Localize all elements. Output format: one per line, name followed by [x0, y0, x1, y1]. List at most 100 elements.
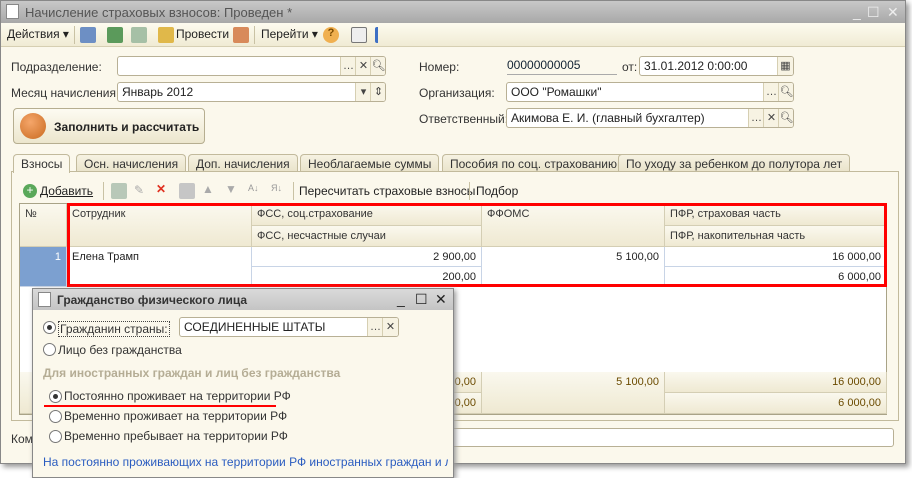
permanent-label[interactable]: Постоянно проживает на территории РФ	[64, 389, 291, 403]
sort-desc-icon[interactable]: Я↓	[271, 183, 282, 193]
separator	[254, 26, 255, 44]
refresh-icon[interactable]	[107, 27, 123, 43]
total-pfr-funded: 6 000,00	[665, 393, 887, 414]
clear-icon[interactable]: ✕	[382, 318, 398, 336]
select-button[interactable]: Подбор	[476, 184, 518, 198]
select-button[interactable]: …	[340, 57, 356, 75]
total-pfr-insurance: 16 000,00	[665, 372, 887, 393]
unpost-icon[interactable]	[233, 27, 249, 43]
number-field[interactable]: 00000000005	[507, 58, 617, 75]
settings-list-icon[interactable]	[375, 27, 391, 43]
close-button[interactable]: ✕	[887, 4, 899, 21]
copy-icon[interactable]	[131, 27, 147, 43]
minimize-button[interactable]: _	[853, 4, 861, 20]
tab-benefits[interactable]: Пособия по соц. страхованию	[442, 154, 625, 172]
fill-button-label: Заполнить и рассчитать	[54, 120, 200, 134]
clear-icon[interactable]: ✕	[763, 109, 779, 127]
tab-nontaxable[interactable]: Необлагаемые суммы	[300, 154, 440, 172]
month-field[interactable]: Январь 2012 ▾ ⇕	[117, 82, 386, 102]
org-field[interactable]: ООО "Ромашки" … 🔍︎	[506, 82, 794, 102]
minimize-button[interactable]: _	[397, 291, 405, 307]
spin-icon[interactable]: ⇕	[370, 83, 385, 101]
stateless-radio[interactable]	[43, 343, 56, 356]
tab-extra-accruals[interactable]: Доп. начисления	[188, 154, 298, 172]
move-down-icon[interactable]: ▼	[225, 182, 237, 196]
fill-person-icon	[20, 113, 46, 139]
end-edit-icon[interactable]	[179, 183, 195, 199]
search-icon[interactable]: 🔍︎	[370, 57, 385, 75]
structure-icon[interactable]	[351, 27, 367, 43]
search-icon[interactable]: 🔍︎	[778, 109, 793, 127]
tab-contributions[interactable]: Взносы	[13, 154, 71, 173]
resp-label: Ответственный:	[419, 112, 509, 126]
country-field[interactable]: СОЕДИНЕННЫЕ ШТАТЫ … ✕	[179, 317, 399, 337]
row-num[interactable]: 1	[20, 247, 67, 287]
highlight-underline	[44, 405, 276, 407]
temp-stay-label[interactable]: Временно пребывает на территории РФ	[64, 429, 288, 443]
maximize-button[interactable]: ☐	[415, 291, 428, 308]
post-button[interactable]: Провести	[176, 27, 229, 41]
separator	[74, 26, 75, 44]
select-button[interactable]: …	[763, 83, 779, 101]
add-icon: +	[23, 184, 37, 198]
citizen-radio[interactable]	[43, 321, 56, 334]
select-button[interactable]: …	[748, 109, 764, 127]
dialog-title-bar: Гражданство физического лица _ ☐ ✕	[33, 289, 453, 310]
search-icon[interactable]: 🔍︎	[778, 83, 793, 101]
add-button[interactable]: Добавить	[40, 184, 93, 198]
group-label: Для иностранных граждан и лиц без гражда…	[43, 366, 341, 380]
month-value: Январь 2012	[122, 85, 194, 99]
temp-stay-radio[interactable]	[49, 430, 62, 443]
separator	[469, 182, 470, 200]
clear-icon[interactable]: ✕	[355, 57, 371, 75]
dropdown-icon[interactable]: ▾	[355, 83, 371, 101]
temp-resident-radio[interactable]	[49, 410, 62, 423]
resp-value: Акимова Е. И. (главный бухгалтер)	[511, 111, 705, 125]
toolbar: Действия ▾ Провести Перейти ▾ ?	[1, 23, 905, 47]
actions-menu[interactable]: Действия ▾	[7, 27, 69, 41]
tab-childcare[interactable]: По уходу за ребенком до полутора лет	[618, 154, 851, 172]
citizen-label[interactable]: Гражданин страны:	[58, 321, 170, 337]
stateless-label[interactable]: Лицо без гражданства	[58, 343, 182, 357]
resp-field[interactable]: Акимова Е. И. (главный бухгалтер) … ✕ 🔍︎	[506, 108, 794, 128]
month-label: Месяц начисления:	[11, 86, 120, 100]
edit-icon[interactable]: ✎	[134, 183, 144, 197]
permanent-radio[interactable]	[49, 390, 62, 403]
org-label: Организация:	[419, 86, 495, 100]
close-button[interactable]: ✕	[435, 291, 447, 308]
country-value: СОЕДИНЕННЫЕ ШТАТЫ	[184, 320, 326, 334]
date-label: от:	[622, 60, 638, 74]
window-title: Начисление страховых взносов: Проведен *	[25, 5, 293, 20]
info-note: На постоянно проживающих на территории Р…	[43, 455, 448, 469]
separator	[293, 182, 294, 200]
delete-icon[interactable]: ✕	[156, 182, 166, 196]
separator	[103, 182, 104, 200]
fill-calculate-button[interactable]: Заполнить и рассчитать	[13, 108, 205, 144]
org-value: ООО "Ромашки"	[511, 85, 602, 99]
dialog-title: Гражданство физического лица	[57, 293, 248, 307]
document-icon	[38, 292, 51, 307]
header-num[interactable]: №	[20, 204, 67, 247]
date-field[interactable]: 31.01.2012 0:00:00 ▦	[639, 56, 794, 76]
date-value: 31.01.2012 0:00:00	[644, 59, 748, 73]
recalc-button[interactable]: Пересчитать страховые взносы	[299, 184, 475, 198]
division-field[interactable]: … ✕ 🔍︎	[117, 56, 386, 76]
sort-asc-icon[interactable]: A↓	[248, 183, 259, 193]
post-icon	[158, 27, 174, 43]
division-label: Подразделение:	[11, 60, 102, 74]
maximize-button[interactable]: ☐	[867, 4, 880, 21]
document-icon	[6, 4, 19, 19]
goto-menu[interactable]: Перейти ▾	[261, 27, 318, 41]
number-label: Номер:	[419, 60, 460, 74]
highlight-box	[67, 203, 887, 287]
move-up-icon[interactable]: ▲	[202, 182, 214, 196]
help-icon[interactable]: ?	[323, 27, 339, 43]
temp-resident-label[interactable]: Временно проживает на территории РФ	[64, 409, 287, 423]
save-close-icon[interactable]	[80, 27, 96, 43]
tab-main-accruals[interactable]: Осн. начисления	[76, 154, 187, 172]
copy-row-icon[interactable]	[111, 183, 127, 199]
goto-label: Перейти	[261, 27, 309, 41]
select-button[interactable]: …	[367, 318, 383, 336]
title-bar: Начисление страховых взносов: Проведен *…	[1, 1, 905, 23]
calendar-icon[interactable]: ▦	[777, 57, 793, 75]
